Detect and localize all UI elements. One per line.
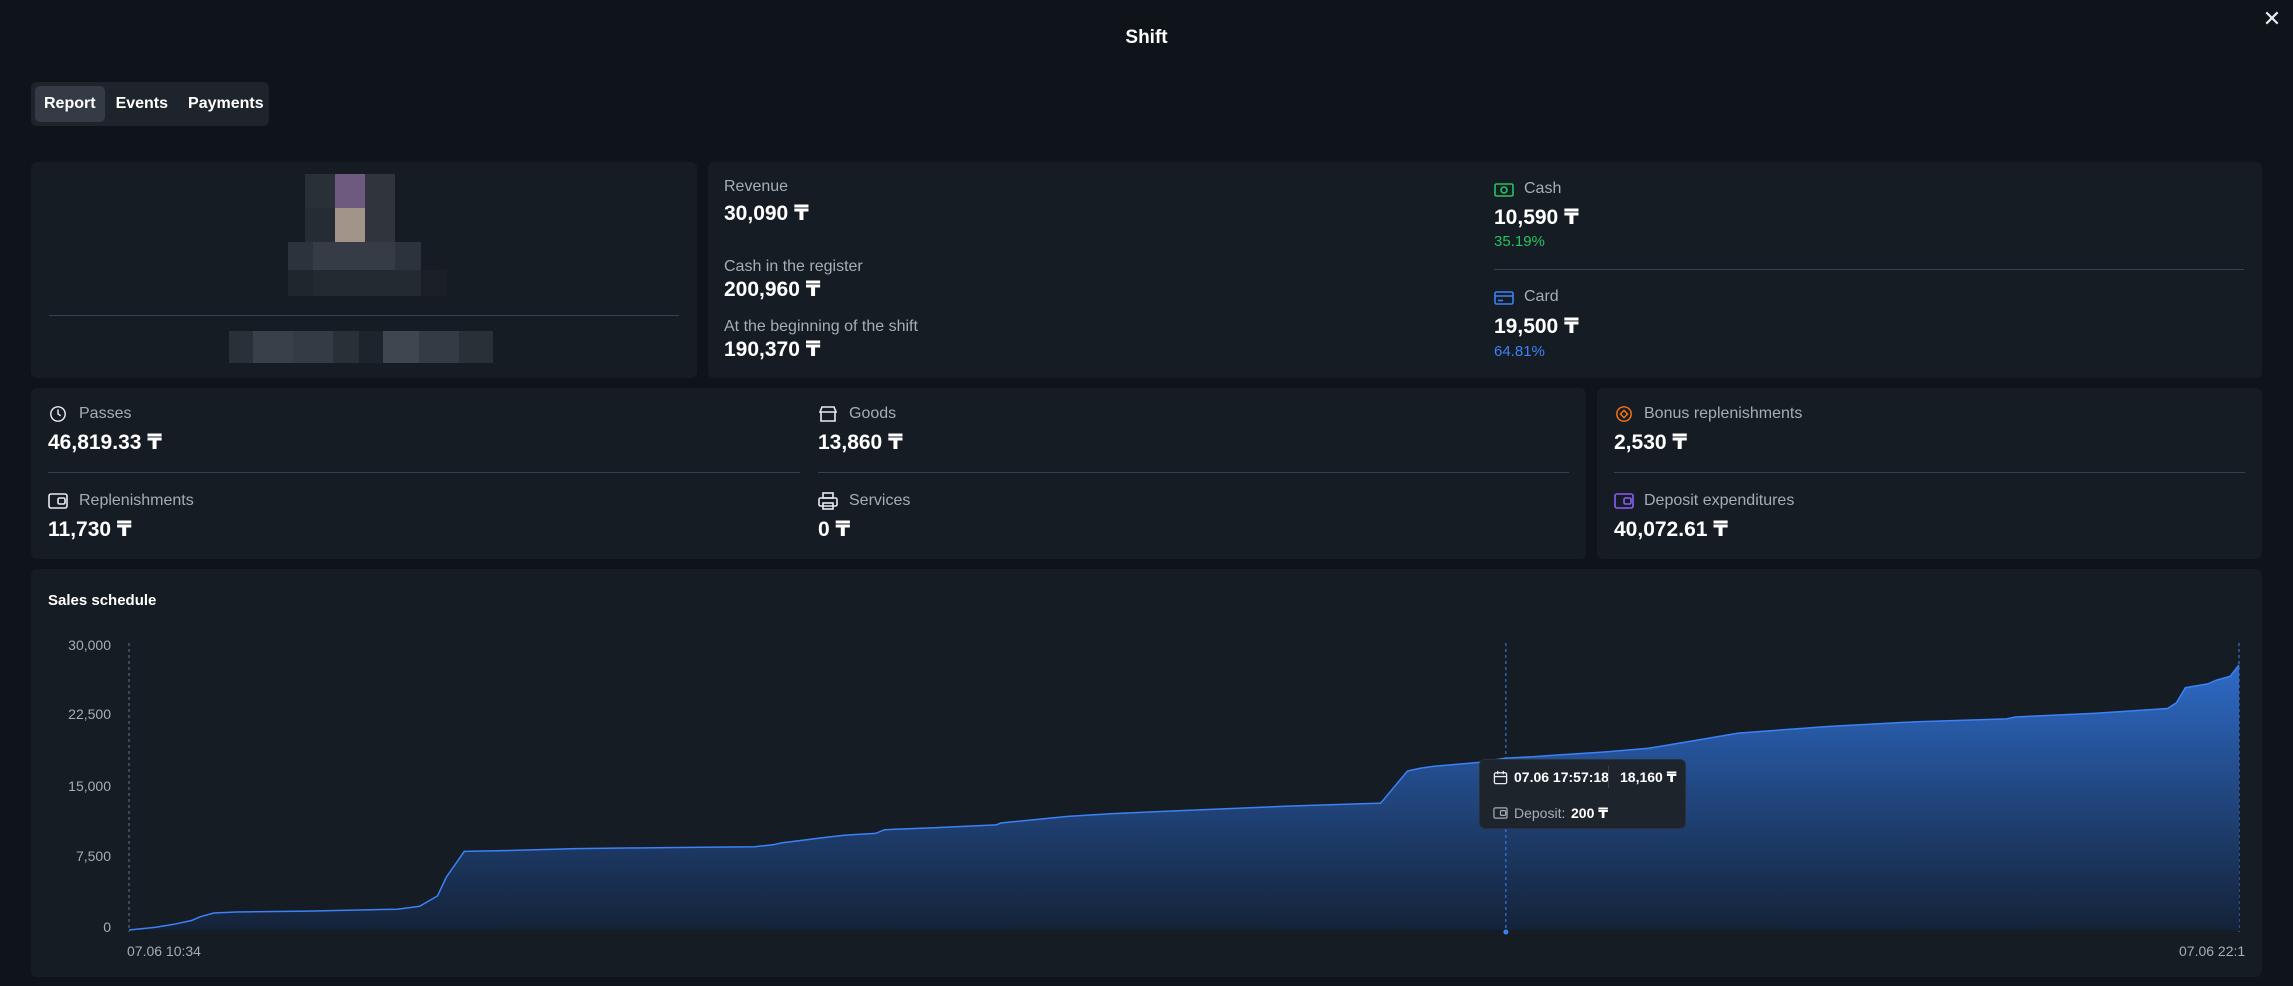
avatar — [288, 174, 493, 300]
calendar-icon — [1493, 770, 1508, 785]
passes-value: 46,819.33 ₸ — [48, 431, 162, 454]
hover-point — [1503, 929, 1509, 935]
sales-stats-card: Passes 46,819.33 ₸ Replenishments 11,730… — [31, 388, 1586, 559]
revenue-card: Revenue 30,090 ₸ Cash in the register 20… — [708, 162, 2262, 378]
cash-icon — [1494, 183, 1514, 197]
goods-label: Goods — [849, 405, 897, 422]
dialog-title: Shift — [1125, 27, 1168, 48]
tab-payments[interactable]: Payments — [179, 86, 273, 122]
services-value: 0 ₸ — [818, 518, 851, 541]
sales-chart-card: Sales schedule 30,000 22,500 15,000 7,50… — [31, 569, 2262, 977]
goods-value: 13,860 ₸ — [818, 431, 903, 454]
divider — [48, 472, 800, 473]
tab-bar: Report Events Payments — [31, 82, 269, 126]
deposit-wallet-icon — [1614, 493, 1634, 509]
card-value: 19,500 ₸ — [1494, 315, 1579, 338]
bonus-stats-card: Bonus replenishments 2,530 ₸ Deposit exp… — [1597, 388, 2262, 559]
revenue-value: 30,090 ₸ — [724, 202, 809, 225]
wallet-icon — [48, 493, 68, 509]
sales-area-chart[interactable] — [31, 569, 2262, 977]
tooltip-total: 18,160 ₸ — [1620, 769, 1677, 785]
divider — [1608, 766, 1609, 788]
chart-tooltip: 07.06 17:57:18 18,160 ₸ Deposit: 200 ₸ — [1479, 759, 1686, 829]
replenishments-value: 11,730 ₸ — [48, 518, 132, 541]
shift-dialog: Shift ✕ Report Events Payments Revenue 3… — [0, 0, 2293, 986]
card-icon — [1494, 291, 1514, 305]
bonus-replenishments-label: Bonus replenishments — [1644, 405, 1803, 422]
cash-percent: 35.19% — [1494, 233, 1545, 250]
divider — [818, 472, 1569, 473]
cash-in-register-label: Cash in the register — [724, 258, 863, 275]
bonus-replenishments-value: 2,530 ₸ — [1614, 431, 1687, 454]
tooltip-deposit-value: 200 ₸ — [1571, 805, 1608, 821]
tooltip-datetime: 07.06 17:57:18 — [1514, 769, 1609, 785]
printer-icon — [818, 492, 838, 510]
deposit-expenditures-value: 40,072.61 ₸ — [1614, 518, 1728, 541]
close-icon[interactable]: ✕ — [2261, 8, 2283, 30]
card-percent: 64.81% — [1494, 343, 1545, 360]
beginning-of-shift-label: At the beginning of the shift — [724, 318, 918, 335]
cash-in-register-value: 200,960 ₸ — [724, 278, 821, 301]
divider — [1614, 472, 2245, 473]
bonus-icon — [1616, 406, 1632, 422]
services-label: Services — [849, 492, 911, 509]
sales-area-fill — [129, 664, 2239, 930]
tab-events[interactable]: Events — [107, 86, 177, 122]
replenishments-label: Replenishments — [79, 492, 194, 509]
cash-label: Cash — [1524, 180, 1562, 197]
passes-label: Passes — [79, 405, 132, 422]
clock-icon — [50, 406, 66, 422]
deposit-expenditures-label: Deposit expenditures — [1644, 492, 1795, 509]
store-icon — [818, 406, 838, 422]
employee-name-redacted — [229, 331, 493, 363]
revenue-label: Revenue — [724, 178, 789, 195]
divider — [1494, 269, 2244, 270]
wallet-icon — [1493, 807, 1508, 819]
tab-report[interactable]: Report — [35, 86, 105, 122]
divider — [49, 315, 679, 316]
beginning-of-shift-value: 190,370 ₸ — [724, 338, 821, 361]
employee-card — [31, 162, 697, 378]
card-label: Card — [1524, 288, 1559, 305]
tooltip-deposit-label: Deposit: — [1514, 805, 1566, 821]
cash-value: 10,590 ₸ — [1494, 206, 1579, 229]
